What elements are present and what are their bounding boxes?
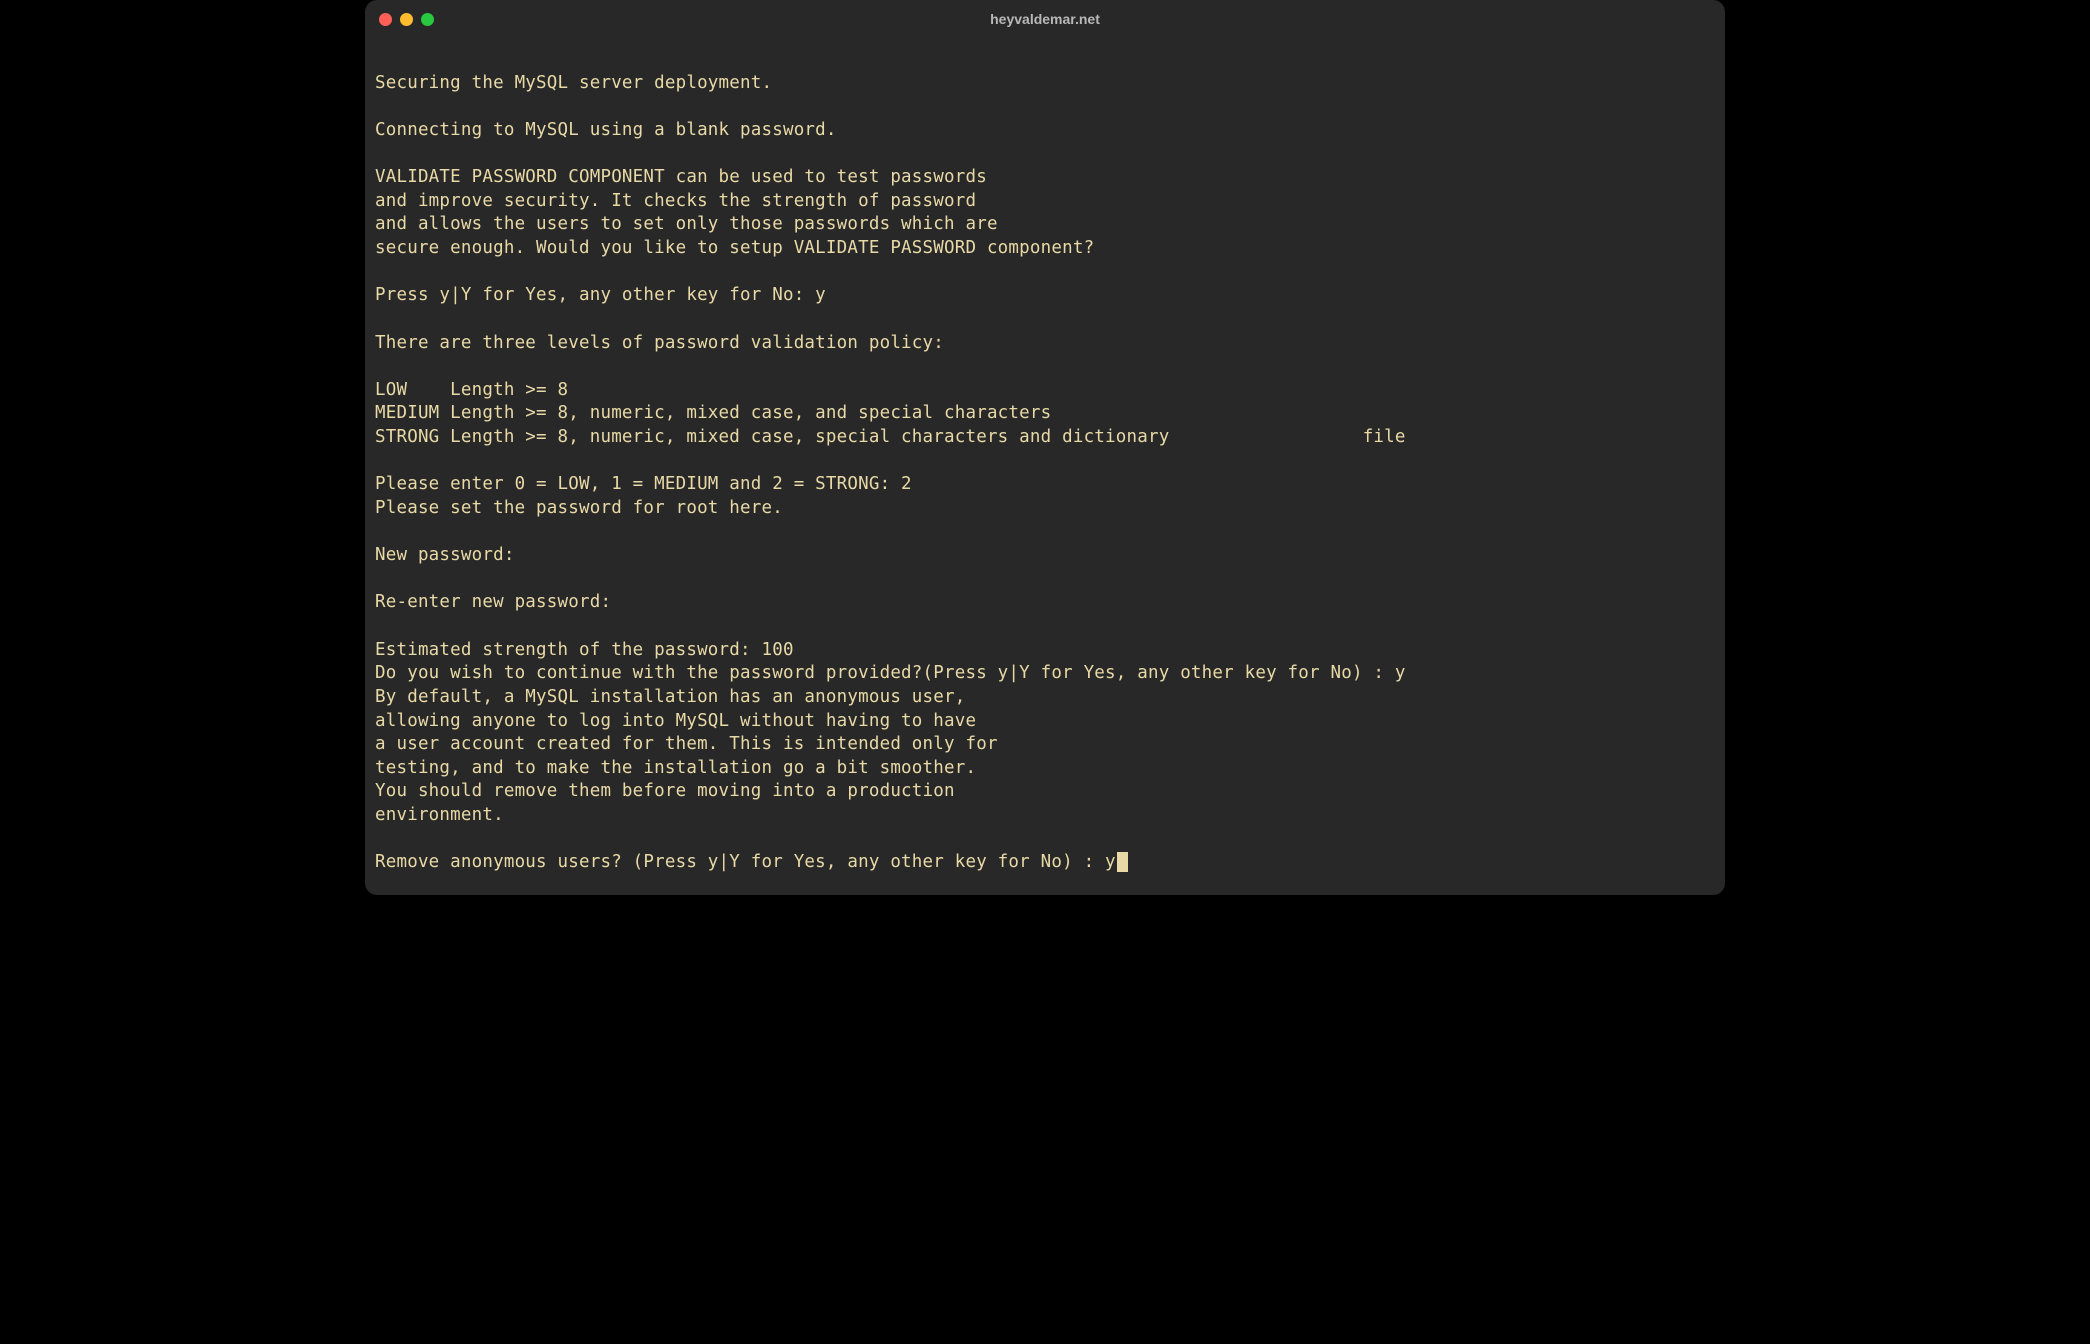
minimize-icon[interactable] [400,13,413,26]
terminal-line: You should remove them before moving int… [375,781,955,801]
terminal-line: Re-enter new password: [375,592,611,612]
traffic-lights [379,13,434,26]
terminal-line: By default, a MySQL installation has an … [375,687,965,707]
terminal-line: allowing anyone to log into MySQL withou… [375,711,976,731]
terminal-line: testing, and to make the installation go… [375,758,976,778]
terminal-line: STRONG Length >= 8, numeric, mixed case,… [375,427,1406,447]
terminal-line: environment. [375,805,504,825]
terminal-line: New password: [375,545,515,565]
terminal-line: There are three levels of password valid… [375,333,944,353]
terminal-line: VALIDATE PASSWORD COMPONENT can be used … [375,167,987,187]
close-icon[interactable] [379,13,392,26]
terminal-output[interactable]: Securing the MySQL server deployment. Co… [365,38,1725,895]
terminal-line: Please set the password for root here. [375,498,783,518]
terminal-line: Securing the MySQL server deployment. [375,73,772,93]
terminal-line: LOW Length >= 8 [375,380,568,400]
terminal-line: and allows the users to set only those p… [375,214,998,234]
terminal-line: Estimated strength of the password: 100 [375,640,794,660]
terminal-line: Please enter 0 = LOW, 1 = MEDIUM and 2 =… [375,474,912,494]
terminal-line: Do you wish to continue with the passwor… [375,663,1406,683]
terminal-line: secure enough. Would you like to setup V… [375,238,1094,258]
maximize-icon[interactable] [421,13,434,26]
terminal-line: MEDIUM Length >= 8, numeric, mixed case,… [375,403,1051,423]
terminal-line: Press y|Y for Yes, any other key for No:… [375,285,826,305]
titlebar: heyvaldemar.net [365,0,1725,38]
cursor-icon [1117,852,1128,872]
terminal-line: a user account created for them. This is… [375,734,998,754]
terminal-window: heyvaldemar.net Securing the MySQL serve… [365,0,1725,895]
terminal-line: Remove anonymous users? (Press y|Y for Y… [375,852,1116,872]
terminal-line: and improve security. It checks the stre… [375,191,976,211]
terminal-line: Connecting to MySQL using a blank passwo… [375,120,837,140]
window-title: heyvaldemar.net [990,11,1100,27]
